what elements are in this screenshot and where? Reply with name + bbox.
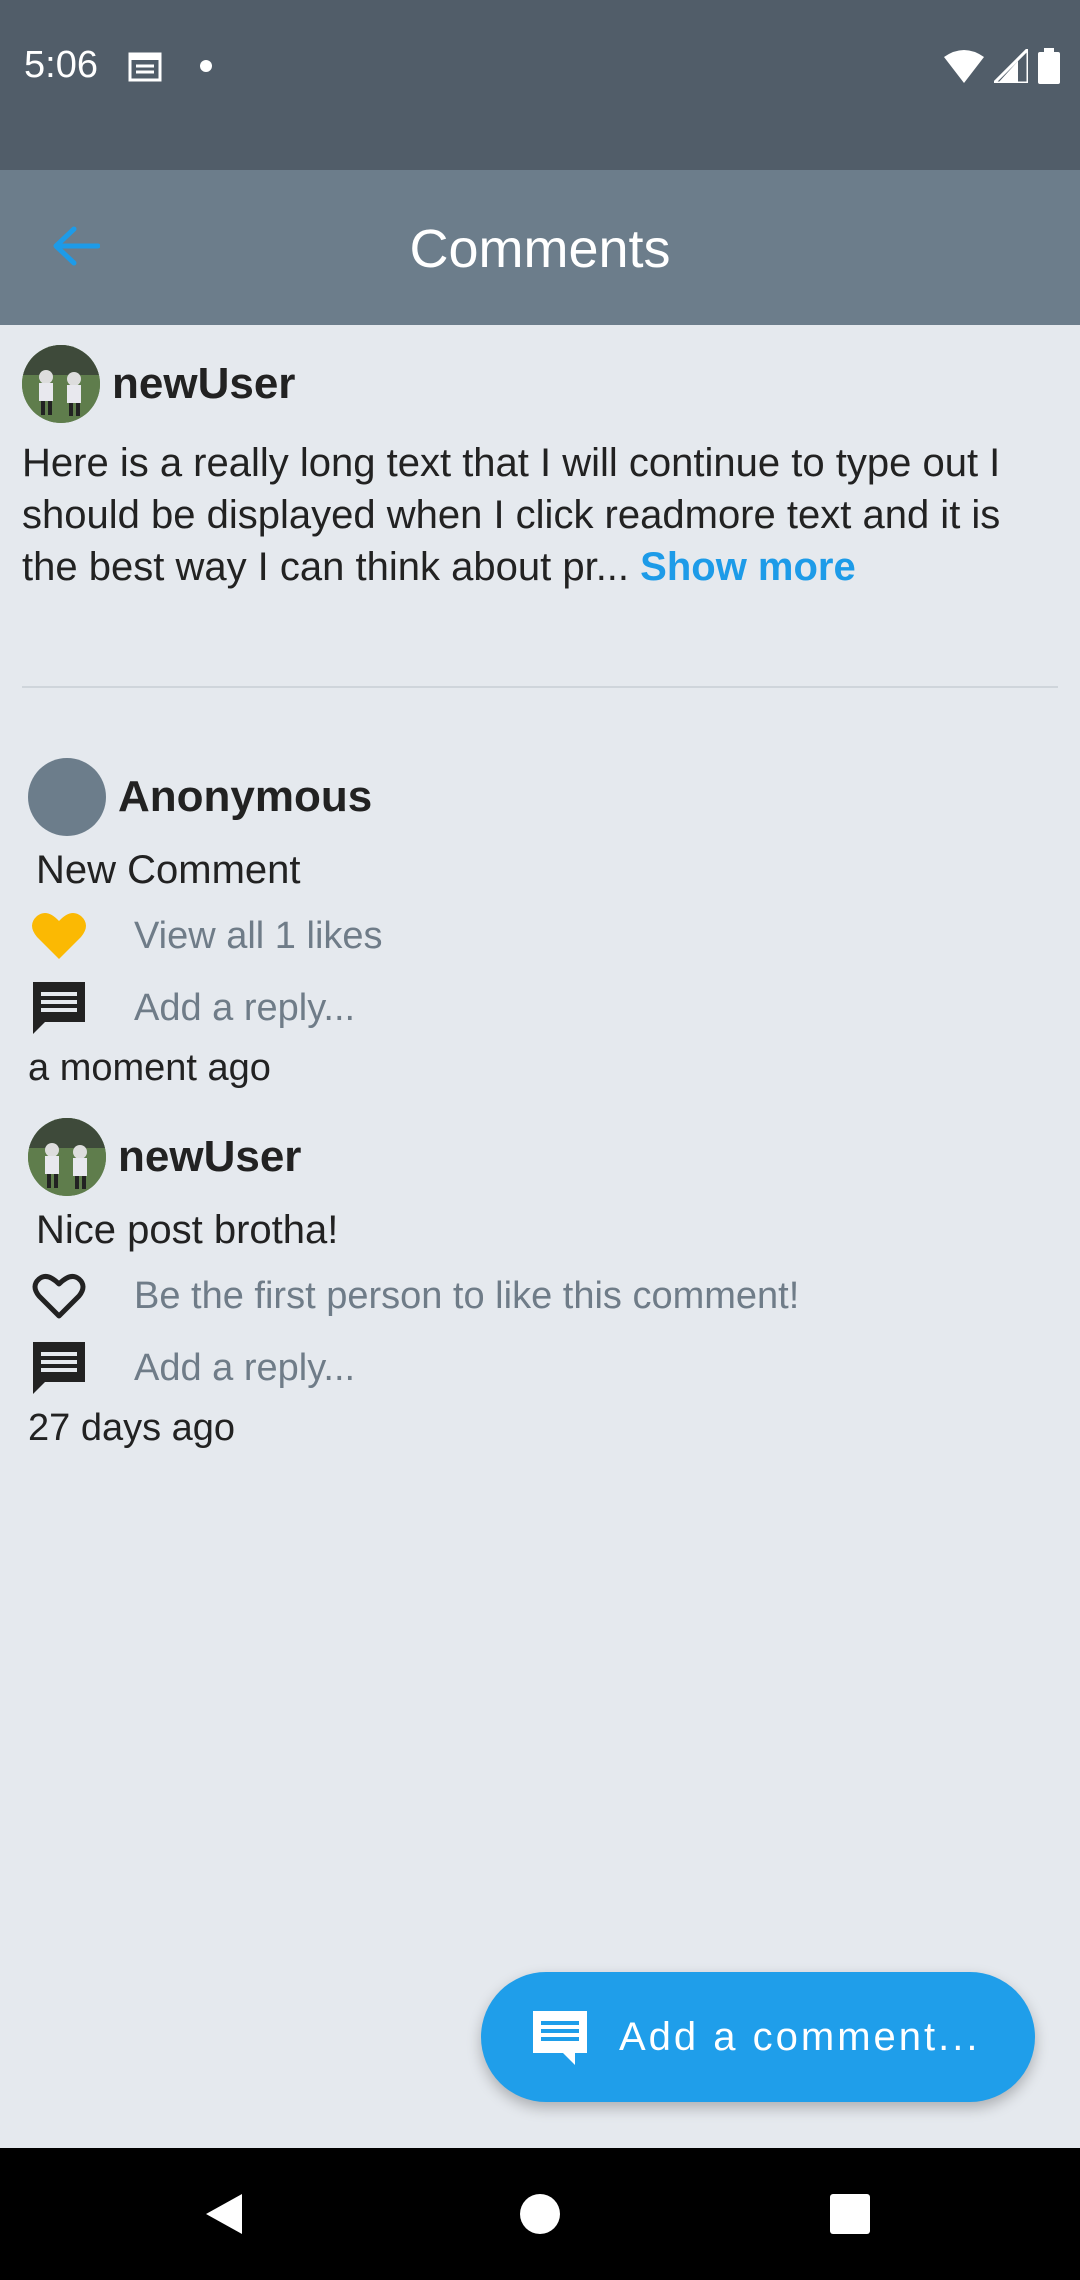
back-triangle-icon[interactable] bbox=[192, 2182, 256, 2246]
reply-row: Add a reply... bbox=[28, 979, 1028, 1037]
status-icons bbox=[944, 48, 1060, 84]
reply-row: Add a reply... bbox=[28, 1339, 1028, 1397]
comment-icon[interactable] bbox=[28, 1339, 90, 1397]
heart-outline-icon[interactable] bbox=[28, 1267, 90, 1325]
comment-text: New Comment bbox=[36, 848, 301, 892]
add-reply-link[interactable]: Add a reply... bbox=[134, 1347, 355, 1390]
avatar-photo-icon bbox=[22, 345, 100, 423]
comment-item: Anonymous New Comment View all 1 likes A… bbox=[28, 758, 1028, 1090]
comment-author-row[interactable]: Anonymous bbox=[28, 758, 1028, 836]
home-circle-icon[interactable] bbox=[508, 2182, 572, 2246]
page-title: Comments bbox=[409, 219, 671, 279]
add-reply-link[interactable]: Add a reply... bbox=[134, 987, 355, 1030]
avatar-photo-icon bbox=[28, 1118, 106, 1196]
battery-icon bbox=[1038, 48, 1060, 84]
calendar-icon bbox=[128, 52, 162, 82]
post: newUser Here is a really long text that … bbox=[22, 345, 1058, 593]
comment-timestamp: a moment ago bbox=[28, 1047, 271, 1089]
avatar[interactable] bbox=[22, 345, 100, 423]
status-bar: 5:06 bbox=[0, 0, 1080, 170]
comment-text: Nice post brotha! bbox=[36, 1208, 339, 1252]
add-comment-label: Add a comment... bbox=[619, 2014, 981, 2059]
comment-timestamp: 27 days ago bbox=[28, 1407, 236, 1449]
status-time: 5:06 bbox=[24, 44, 98, 86]
post-username[interactable]: newUser bbox=[112, 359, 295, 409]
post-author-row[interactable]: newUser bbox=[22, 345, 1058, 423]
dot-icon bbox=[200, 60, 212, 72]
comment-author-row[interactable]: newUser bbox=[28, 1118, 1028, 1196]
avatar[interactable] bbox=[28, 1118, 106, 1196]
view-likes-link[interactable]: View all 1 likes bbox=[134, 915, 383, 958]
comment-item: newUser Nice post brotha! Be the first p… bbox=[28, 1118, 1028, 1450]
show-more-link[interactable]: Show more bbox=[640, 545, 856, 589]
likes-row: Be the first person to like this comment… bbox=[28, 1267, 1028, 1325]
post-text: Here is a really long text that I will c… bbox=[22, 437, 1042, 593]
system-nav-bar bbox=[0, 2148, 1080, 2280]
comment-icon[interactable] bbox=[28, 979, 90, 1037]
comment-username[interactable]: newUser bbox=[118, 1132, 301, 1182]
wifi-icon bbox=[944, 50, 984, 83]
recents-square-icon[interactable] bbox=[818, 2182, 882, 2246]
divider bbox=[22, 686, 1058, 688]
avatar[interactable] bbox=[28, 758, 106, 836]
add-comment-button[interactable]: Add a comment... bbox=[481, 1972, 1035, 2102]
app-bar: Comments bbox=[0, 170, 1080, 325]
signal-icon bbox=[994, 49, 1028, 83]
like-prompt-text[interactable]: Be the first person to like this comment… bbox=[134, 1275, 799, 1318]
comment-icon bbox=[533, 2011, 587, 2065]
comment-username[interactable]: Anonymous bbox=[118, 772, 372, 822]
heart-filled-icon[interactable] bbox=[28, 907, 90, 965]
likes-row: View all 1 likes bbox=[28, 907, 1028, 965]
